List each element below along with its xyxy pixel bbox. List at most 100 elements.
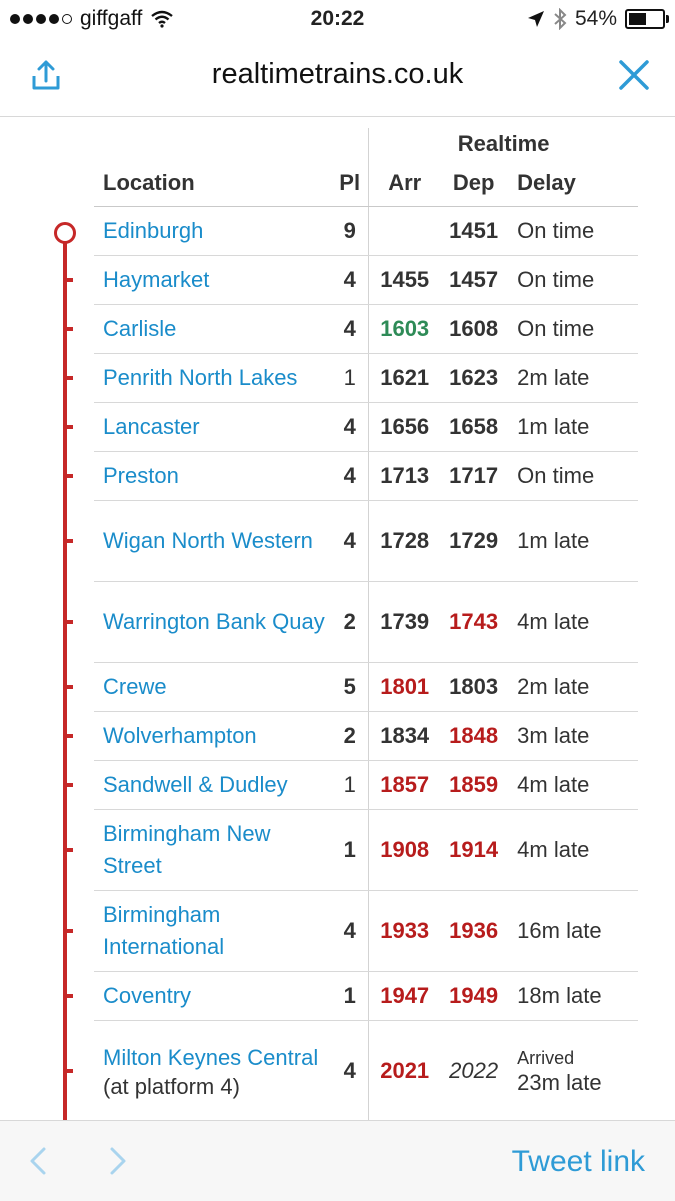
- platform: 1: [331, 353, 369, 403]
- timetable: Realtime Location Pl Arr Dep Delay Edinb…: [94, 128, 638, 1122]
- arr-time: 1739: [368, 581, 441, 663]
- delay-status: 4m late: [507, 581, 638, 663]
- platform: 1: [331, 971, 369, 1021]
- route-line: [63, 233, 67, 1120]
- page-title: realtimetrains.co.uk: [211, 58, 464, 90]
- platform: 4: [331, 304, 369, 354]
- stop-tick: [66, 848, 73, 852]
- dep-time: 1743: [440, 581, 508, 663]
- station-link[interactable]: Birmingham International: [103, 902, 224, 959]
- table-row: Lancaster 4 1656 1658 1m late: [94, 402, 638, 452]
- station-link[interactable]: Birmingham New Street: [103, 821, 271, 878]
- station-link[interactable]: Crewe: [103, 674, 167, 699]
- delay-status: 16m late: [507, 890, 638, 972]
- col-delay: Delay: [507, 160, 638, 207]
- platform: 4: [331, 890, 369, 972]
- delay-status: Arrived 23m late: [507, 1020, 638, 1122]
- stop-tick: [66, 685, 73, 689]
- dep-time: 1848: [440, 711, 508, 761]
- stop-tick: [66, 929, 73, 933]
- table-row: Birmingham New Street 1 1908 1914 4m lat…: [94, 809, 638, 891]
- dep-time: 2022: [440, 1020, 508, 1122]
- table-row: Sandwell & Dudley 1 1857 1859 4m late: [94, 760, 638, 810]
- status-right: 54%: [527, 7, 669, 31]
- station-link[interactable]: Milton Keynes Central: [103, 1045, 318, 1070]
- stop-tick: [66, 539, 73, 543]
- battery-percent: 54%: [574, 7, 617, 30]
- platform: 5: [331, 662, 369, 712]
- arr-time: 1713: [368, 451, 441, 501]
- col-platform: Pl: [331, 160, 369, 207]
- station-link[interactable]: Sandwell & Dudley: [103, 772, 288, 797]
- stop-tick: [66, 1069, 73, 1073]
- arr-time: 1728: [368, 500, 441, 582]
- station-link[interactable]: Lancaster: [103, 414, 200, 439]
- stop-tick: [66, 376, 73, 380]
- arr-time: 2021: [368, 1020, 441, 1122]
- arr-time: 1801: [368, 662, 441, 712]
- platform: 4: [331, 451, 369, 501]
- bluetooth-icon: [554, 8, 567, 30]
- table-row: Wigan North Western 4 1728 1729 1m late: [94, 500, 638, 582]
- dep-time: 1623: [440, 353, 508, 403]
- table-row: Birmingham International 4 1933 1936 16m…: [94, 890, 638, 972]
- stop-tick: [66, 783, 73, 787]
- table-row: Haymarket 4 1455 1457 On time: [94, 255, 638, 305]
- back-chevron-icon[interactable]: [26, 1143, 50, 1179]
- arr-time: 1621: [368, 353, 441, 403]
- tweet-link-button[interactable]: Tweet link: [512, 1145, 645, 1179]
- station-link[interactable]: Wigan North Western: [103, 528, 313, 553]
- stop-tick: [66, 327, 73, 331]
- table-row: Penrith North Lakes 1 1621 1623 2m late: [94, 353, 638, 403]
- delay-status: 18m late: [507, 971, 638, 1021]
- table-row: Crewe 5 1801 1803 2m late: [94, 662, 638, 712]
- table-row: Preston 4 1713 1717 On time: [94, 451, 638, 501]
- bottom-toolbar: Tweet link: [0, 1120, 675, 1201]
- station-link[interactable]: Edinburgh: [103, 218, 203, 243]
- station-link[interactable]: Penrith North Lakes: [103, 365, 297, 390]
- platform: 4: [331, 255, 369, 305]
- station-link[interactable]: Warrington Bank Quay: [103, 609, 325, 634]
- arr-time: 1908: [368, 809, 441, 891]
- arr-time: 1857: [368, 760, 441, 810]
- delay-status: 4m late: [507, 760, 638, 810]
- arr-time: 1947: [368, 971, 441, 1021]
- delay-status: On time: [507, 255, 638, 305]
- delay-status: On time: [507, 451, 638, 501]
- delay-status: 2m late: [507, 662, 638, 712]
- dep-time: 1457: [440, 255, 508, 305]
- station-link[interactable]: Carlisle: [103, 316, 176, 341]
- platform: 1: [331, 809, 369, 891]
- dep-time: 1608: [440, 304, 508, 354]
- station-link[interactable]: Wolverhampton: [103, 723, 257, 748]
- table-row: Edinburgh 9 1451 On time: [94, 206, 638, 256]
- table-row: Milton Keynes Central (at platform 4) 4 …: [94, 1020, 638, 1122]
- arrived-label: Arrived: [517, 1048, 575, 1068]
- stop-tick: [66, 425, 73, 429]
- table-row: Coventry 1 1947 1949 18m late: [94, 971, 638, 1021]
- stop-tick: [66, 994, 73, 998]
- dep-time: 1451: [440, 206, 508, 256]
- platform: 2: [331, 711, 369, 761]
- stop-tick: [66, 734, 73, 738]
- close-icon[interactable]: [617, 58, 651, 92]
- table-row: Carlisle 4 1603 1608 On time: [94, 304, 638, 354]
- status-bar: giffgaff 20:22 54%: [0, 0, 675, 38]
- col-location: Location: [94, 160, 332, 207]
- station-link[interactable]: Haymarket: [103, 267, 209, 292]
- forward-chevron-icon[interactable]: [106, 1143, 130, 1179]
- station-link[interactable]: Preston: [103, 463, 179, 488]
- stop-tick: [66, 620, 73, 624]
- platform: 4: [331, 1020, 369, 1122]
- origin-marker-icon: [54, 222, 76, 244]
- delay-status: 3m late: [507, 711, 638, 761]
- table-row: Wolverhampton 2 1834 1848 3m late: [94, 711, 638, 761]
- dep-time: 1803: [440, 662, 508, 712]
- table-row: Warrington Bank Quay 2 1739 1743 4m late: [94, 581, 638, 663]
- station-link[interactable]: Coventry: [103, 983, 191, 1008]
- delay-status: 1m late: [507, 500, 638, 582]
- col-dep: Dep: [440, 160, 508, 207]
- stop-tick: [66, 278, 73, 282]
- delay-value: 23m late: [517, 1070, 602, 1095]
- delay-status: On time: [507, 206, 638, 256]
